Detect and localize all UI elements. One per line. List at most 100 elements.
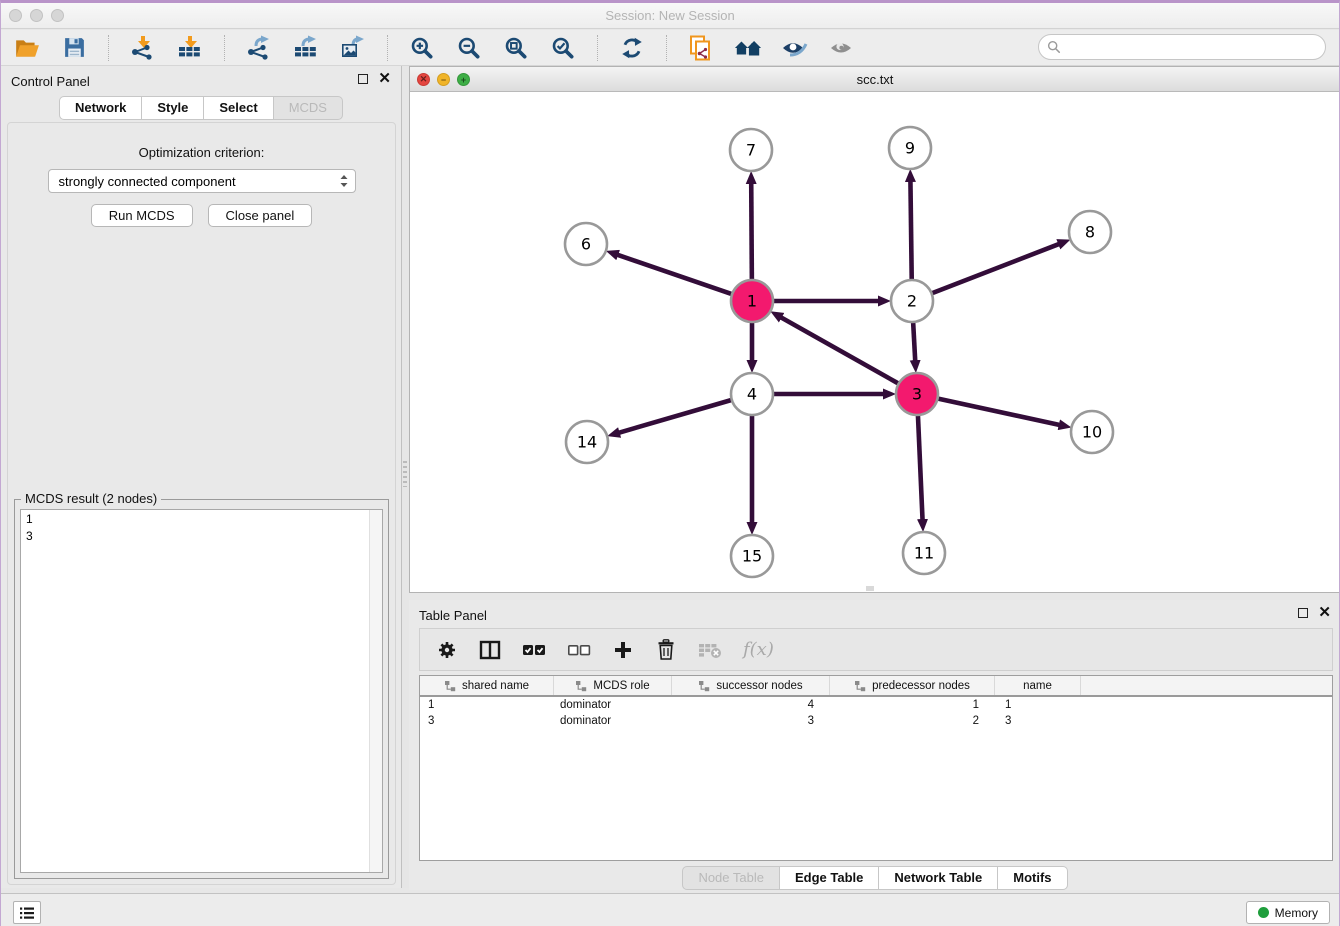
network-resize-handle[interactable] — [866, 586, 874, 591]
import-network-icon[interactable] — [129, 34, 157, 62]
table-toolbar: f(x) — [419, 628, 1333, 671]
hide-panels-eye-icon[interactable] — [781, 34, 809, 62]
delete-column-trash-icon[interactable] — [655, 638, 677, 662]
graph-node-3[interactable]: 3 — [896, 373, 938, 415]
zoom-in-icon[interactable] — [408, 34, 436, 62]
table-tab-edge-table[interactable]: Edge Table — [780, 866, 879, 890]
graph-node-15[interactable]: 15 — [731, 535, 773, 577]
run-mcds-button[interactable]: Run MCDS — [91, 204, 193, 227]
network-from-selection-icon[interactable] — [687, 34, 715, 62]
memory-button[interactable]: Memory — [1246, 901, 1330, 924]
column-header-MCDS-role[interactable]: MCDS role — [554, 676, 672, 695]
task-history-button[interactable] — [13, 901, 41, 924]
network-graph[interactable]: 1 2 3 4 6 7 8 9 10 11 14 15 — [410, 92, 1340, 592]
graph-node-6[interactable]: 6 — [565, 223, 607, 265]
import-table-icon[interactable] — [176, 34, 204, 62]
chevron-up-down-icon — [339, 173, 349, 189]
mcds-panel: Optimization criterion: strongly connect… — [7, 122, 396, 885]
graph-node-4[interactable]: 4 — [731, 373, 773, 415]
table-tab-motifs[interactable]: Motifs — [998, 866, 1067, 890]
show-panels-eye-icon[interactable] — [828, 34, 856, 62]
attribute-type-icon — [854, 680, 866, 692]
graph-edge-3-10[interactable] — [938, 398, 1060, 425]
table-panel: Table Panel ✕ — [409, 600, 1340, 890]
graph-edge-2-9[interactable] — [910, 181, 911, 280]
graph-node-14[interactable]: 14 — [566, 421, 608, 463]
column-format-icon[interactable] — [479, 638, 501, 662]
table-cell[interactable]: 3 — [420, 715, 554, 727]
graph-edge-1-6[interactable] — [617, 255, 732, 294]
table-settings-gear-icon[interactable] — [436, 638, 458, 662]
tab-mcds[interactable]: MCDS — [274, 96, 343, 120]
table-cell[interactable]: 2 — [830, 715, 995, 727]
column-header-name[interactable]: name — [995, 676, 1081, 695]
close-table-panel-icon[interactable]: ✕ — [1318, 607, 1331, 619]
open-file-icon[interactable] — [13, 34, 41, 62]
float-table-panel-icon[interactable] — [1298, 608, 1308, 618]
graph-node-10[interactable]: 10 — [1071, 411, 1113, 453]
graph-node-9[interactable]: 9 — [889, 127, 931, 169]
table-cell[interactable]: 1 — [420, 699, 554, 711]
graph-edge-2-8[interactable] — [932, 244, 1060, 293]
node-table[interactable]: shared nameMCDS rolesuccessor nodesprede… — [419, 675, 1333, 861]
tab-style[interactable]: Style — [142, 96, 204, 120]
mcds-result-text[interactable]: 1 3 — [20, 509, 383, 873]
select-all-icon[interactable] — [522, 638, 546, 662]
table-cell[interactable]: dominator — [554, 699, 672, 711]
graph-edge-1-7[interactable] — [751, 183, 752, 280]
search-icon — [1047, 40, 1061, 54]
graph-node-2[interactable]: 2 — [891, 280, 933, 322]
graph-edge-3-1[interactable] — [781, 317, 899, 383]
table-cell[interactable]: dominator — [554, 715, 672, 727]
graph-node-7[interactable]: 7 — [730, 129, 772, 171]
table-cell[interactable]: 3 — [672, 715, 830, 727]
home-icon[interactable] — [734, 34, 762, 62]
attribute-type-icon — [444, 680, 456, 692]
save-session-icon[interactable] — [60, 34, 88, 62]
graph-edge-2-3[interactable] — [913, 322, 915, 361]
graph-node-1[interactable]: 1 — [731, 280, 773, 322]
add-column-icon[interactable] — [612, 638, 634, 662]
result-scrollbar[interactable] — [369, 510, 382, 872]
export-image-icon[interactable] — [339, 34, 367, 62]
refresh-layout-icon[interactable] — [618, 34, 646, 62]
table-cell[interactable]: 1 — [830, 699, 995, 711]
svg-text:14: 14 — [577, 433, 597, 452]
graph-node-8[interactable]: 8 — [1069, 211, 1111, 253]
column-header-shared-name[interactable]: shared name — [420, 676, 554, 695]
column-header-predecessor-nodes[interactable]: predecessor nodes — [830, 676, 995, 695]
zoom-out-icon[interactable] — [455, 34, 483, 62]
table-tab-node-table[interactable]: Node Table — [682, 866, 780, 890]
tab-select[interactable]: Select — [204, 96, 273, 120]
table-row[interactable]: 1dominator411 — [420, 697, 1332, 713]
table-row[interactable]: 3dominator323 — [420, 713, 1332, 729]
table-cell[interactable]: 3 — [995, 715, 1081, 727]
list-icon — [19, 906, 35, 920]
panel-splitter[interactable] — [402, 66, 409, 888]
column-header-successor-nodes[interactable]: successor nodes — [672, 676, 830, 695]
tab-network[interactable]: Network — [59, 96, 142, 120]
svg-text:3: 3 — [912, 385, 922, 404]
optimization-criterion-dropdown[interactable]: strongly connected component — [48, 169, 356, 193]
float-panel-icon[interactable] — [358, 74, 368, 84]
graph-edge-4-14[interactable] — [619, 400, 732, 433]
unselect-all-icon[interactable] — [567, 638, 591, 662]
search-input[interactable] — [1066, 40, 1306, 54]
network-view-titlebar: ✕ − + scc.txt — [410, 67, 1340, 92]
splitter-grip[interactable] — [403, 461, 407, 487]
export-table-icon[interactable] — [292, 34, 320, 62]
export-network-icon[interactable] — [245, 34, 273, 62]
network-canvas[interactable]: 1 2 3 4 6 7 8 9 10 11 14 15 — [410, 92, 1340, 592]
search-field[interactable] — [1038, 34, 1326, 60]
table-tab-network-table[interactable]: Network Table — [879, 866, 998, 890]
toolbar-separator — [224, 35, 225, 61]
graph-node-11[interactable]: 11 — [903, 532, 945, 574]
close-panel-button[interactable]: Close panel — [208, 204, 313, 227]
table-cell[interactable]: 1 — [995, 699, 1081, 711]
graph-edge-3-11[interactable] — [918, 415, 923, 520]
table-cell[interactable]: 4 — [672, 699, 830, 711]
zoom-selected-icon[interactable] — [549, 34, 577, 62]
toolbar-separator — [108, 35, 109, 61]
zoom-fit-icon[interactable] — [502, 34, 530, 62]
close-panel-icon[interactable]: ✕ — [378, 73, 391, 85]
